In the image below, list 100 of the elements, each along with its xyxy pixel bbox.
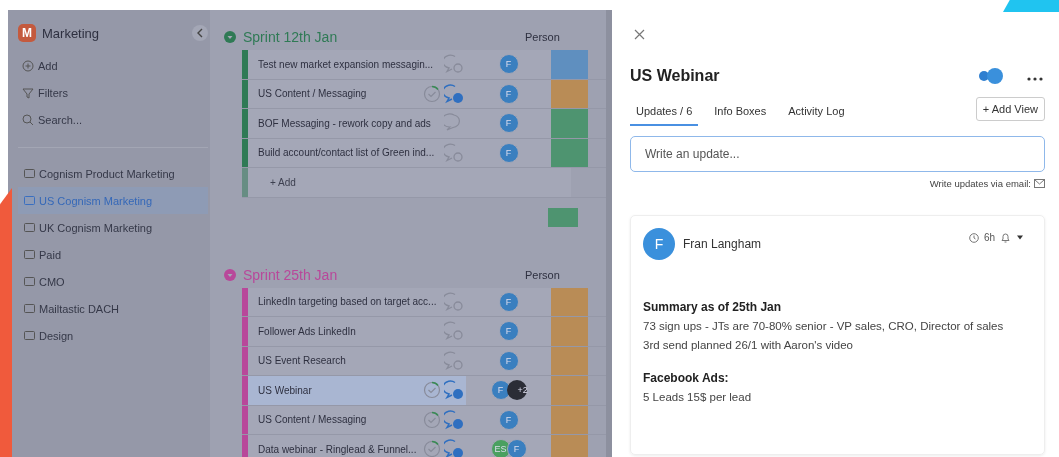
item-row[interactable]: US Event Research: [248, 346, 466, 375]
search-icon: [22, 113, 34, 126]
update-text: 73 sign ups - JTs are 70-80% senior - VP sales, CRO, Director of sales: [643, 319, 1005, 334]
item-name: BOF Messaging - rework copy and ads: [258, 117, 431, 129]
caret-icon[interactable]: [1016, 235, 1024, 240]
workspace-logo: M: [18, 24, 36, 42]
status-cell[interactable]: [551, 376, 588, 405]
item-row[interactable]: Test new market expansion messagin...: [248, 50, 466, 79]
update-text: 3rd send planned 26/1 with Aaron's video: [643, 338, 854, 353]
add-update-icon[interactable]: [444, 321, 464, 342]
status-cell[interactable]: [551, 317, 588, 346]
author-avatar: F: [643, 228, 675, 260]
item-row[interactable]: US Webinar: [248, 376, 466, 405]
item-row[interactable]: BOF Messaging - rework copy and ads: [248, 109, 466, 138]
collapse-button[interactable]: [192, 25, 208, 41]
person-avatar: ES: [490, 439, 511, 457]
board-icon: [24, 223, 35, 232]
person-avatar: F: [498, 291, 519, 312]
email-link[interactable]: Write updates via email:: [929, 178, 1031, 189]
item-row[interactable]: LinkedIn targeting based on target acc...: [248, 287, 466, 316]
board-item[interactable]: Cognism Product Marketing: [18, 160, 208, 187]
person-avatar: F: [506, 439, 527, 457]
board-icon: [24, 196, 35, 205]
item-name: US Content / Messaging: [258, 414, 368, 426]
group-toggle-icon[interactable]: [224, 268, 236, 281]
board-icon: [24, 331, 35, 340]
item-name: Build account/contact list of Green ind...: [258, 147, 435, 159]
add-update-icon[interactable]: [444, 54, 464, 75]
item-title: US Webinar: [630, 67, 721, 85]
add-icon: [22, 59, 34, 72]
add-update-icon[interactable]: [444, 291, 464, 312]
item-name: Follower Ads LinkedIn: [258, 325, 357, 337]
add-view-button[interactable]: + Add View: [975, 97, 1045, 121]
corner-shape: [1003, 0, 1059, 12]
item-name: US Event Research: [258, 355, 347, 367]
author-name: Fran Langham: [683, 237, 763, 251]
board-icon: [24, 250, 35, 259]
updates-icon[interactable]: [444, 409, 464, 430]
status-cell[interactable]: [551, 405, 588, 434]
board-item[interactable]: Design: [18, 322, 208, 349]
paragraph-heading: Facebook Ads:: [643, 371, 730, 385]
item-row[interactable]: US Content / Messaging: [248, 405, 466, 434]
item-name: Test new market expansion messagin...: [258, 58, 434, 70]
mail-icon: [1034, 179, 1045, 188]
item-row[interactable]: Build account/contact list of Green ind...: [248, 138, 466, 167]
status-summary: [548, 207, 578, 227]
updates-icon[interactable]: [444, 439, 464, 457]
status-cell[interactable]: [551, 79, 588, 108]
update-field[interactable]: Write an update...: [630, 136, 1045, 172]
add-item-button[interactable]: + Add: [248, 168, 571, 197]
sidebar-action[interactable]: Add: [18, 52, 62, 79]
person-avatar: F: [498, 83, 519, 104]
board-item[interactable]: Paid: [18, 241, 208, 268]
paragraph-heading: Summary as of 25th Jan: [643, 300, 783, 314]
status-cell[interactable]: [551, 287, 588, 316]
updates-icon[interactable]: [444, 380, 464, 401]
sidebar-action[interactable]: Filters: [18, 79, 72, 106]
group-title: Sprint 12th Jan: [243, 29, 339, 45]
item-row[interactable]: US Content / Messaging: [248, 79, 466, 108]
group-toggle-icon[interactable]: [224, 31, 236, 43]
close-icon: [633, 29, 645, 40]
status-cell[interactable]: [551, 138, 588, 167]
tab[interactable]: Info Boxes: [708, 99, 773, 126]
item-row[interactable]: Data webinar - Ringlead & Funnel...: [248, 435, 466, 457]
tab[interactable]: Updates / 6: [630, 99, 699, 126]
bell-icon[interactable]: [1000, 232, 1011, 243]
status-cell[interactable]: [551, 346, 588, 375]
workspace-title: Marketing: [42, 25, 101, 41]
chevron-left-icon: [196, 28, 204, 38]
board-item[interactable]: UK Cognism Marketing: [18, 214, 208, 241]
person-avatar: F: [498, 113, 519, 134]
item-name: LinkedIn targeting based on target acc...: [258, 296, 437, 308]
person-avatar: F: [498, 54, 519, 75]
item-row[interactable]: Follower Ads LinkedIn: [248, 317, 466, 346]
update-text: 5 Leads 15$ per lead: [643, 390, 753, 405]
column-header: Person: [525, 31, 560, 43]
board-item[interactable]: Mailtastic DACH: [18, 295, 208, 322]
status-cell[interactable]: [551, 435, 588, 457]
column-header: Person: [525, 268, 560, 281]
add-update-icon[interactable]: [444, 350, 464, 371]
item-name: Data webinar - Ringlead & Funnel...: [258, 443, 418, 455]
status-cell[interactable]: [551, 109, 588, 138]
person-avatar: F: [490, 380, 511, 401]
updates-icon[interactable]: [444, 83, 464, 104]
person-avatar: F: [498, 142, 519, 163]
person-avatar: F: [498, 409, 519, 430]
item-name: US Content / Messaging: [258, 88, 368, 100]
item-name: US Webinar: [258, 384, 313, 396]
board-icon: [24, 277, 35, 286]
status-cell[interactable]: [551, 50, 588, 79]
board-item[interactable]: CMO: [18, 268, 208, 295]
person-avatar: F: [498, 350, 519, 371]
sidebar-action[interactable]: Search...: [18, 106, 87, 133]
person-avatar: F: [498, 321, 519, 342]
add-update-icon[interactable]: [444, 142, 464, 163]
clock-icon: [968, 232, 979, 243]
board-icon: [24, 304, 35, 313]
subscribers-icon[interactable]: [977, 68, 1005, 84]
post-time: 6h: [983, 232, 995, 243]
tab[interactable]: Activity Log: [782, 99, 851, 126]
